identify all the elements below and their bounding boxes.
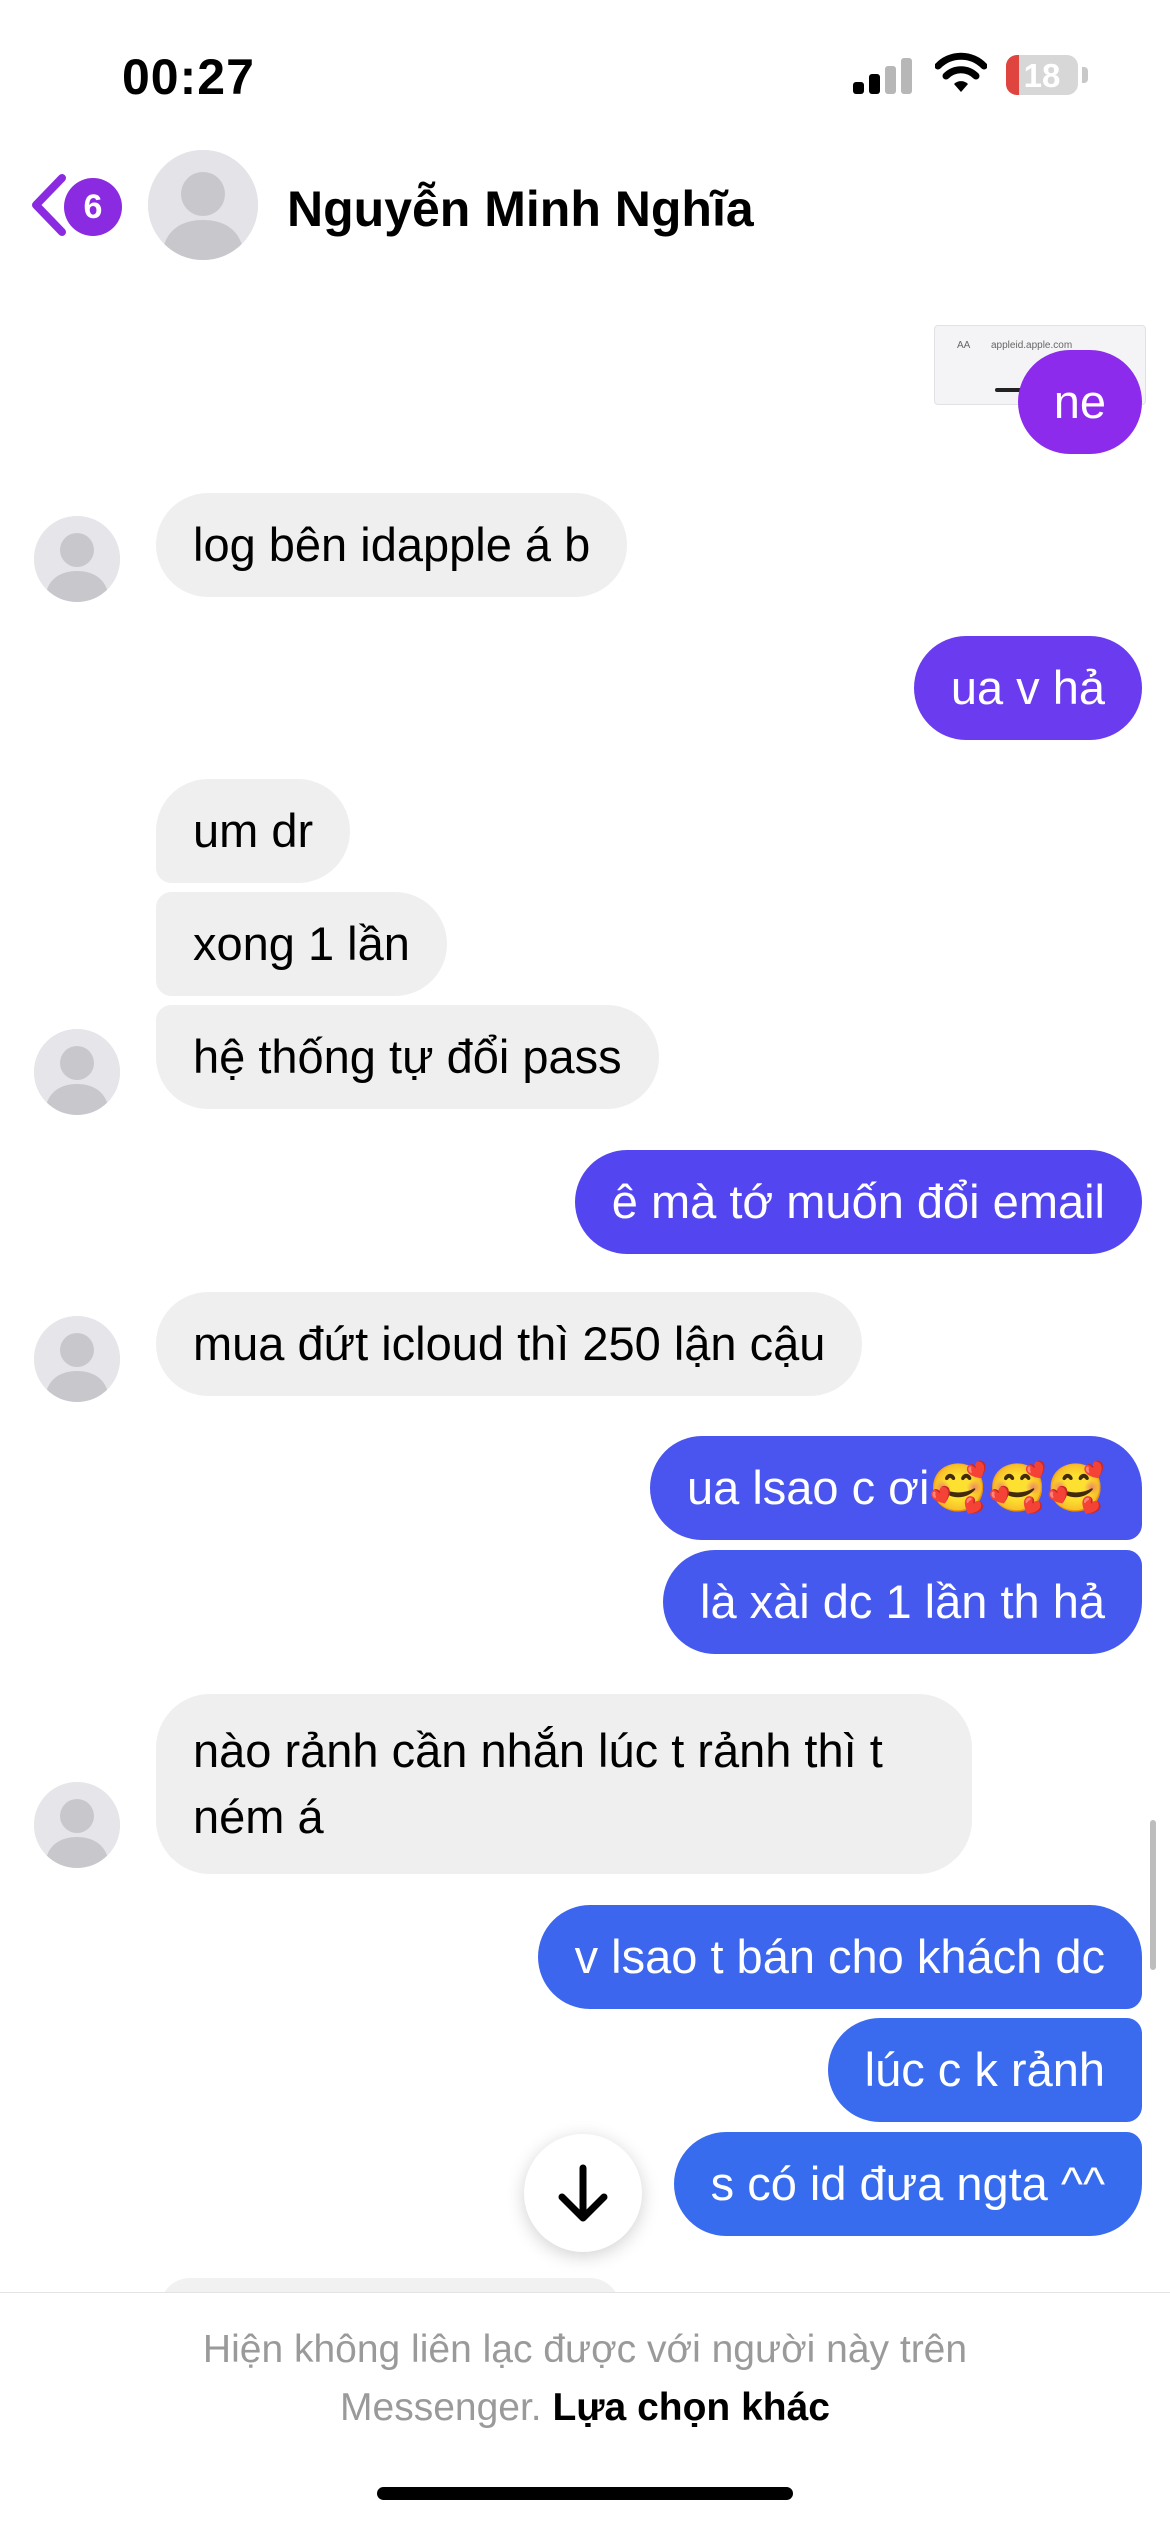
contact-avatar[interactable] [148,150,258,260]
cellular-signal-icon [853,58,913,94]
message-bubble-outgoing[interactable]: lúc c k rảnh [827,2018,1142,2122]
other-options-link[interactable]: Lựa chọn khác [552,2386,829,2429]
avatar-placeholder-icon [34,1316,120,1402]
message-text: ua v hả [950,661,1105,714]
message-bubble-incoming[interactable]: xong 1 lần [156,892,447,996]
message-bubble-outgoing[interactable]: ua lsao c ơi🥰🥰🥰 [650,1436,1142,1540]
message-bubble-outgoing[interactable]: là xài dc 1 lần th hả [663,1550,1142,1654]
unread-count-badge[interactable]: 6 [64,178,122,236]
message-bubble-outgoing[interactable]: ua v hả [913,636,1142,740]
message-text: hệ thống tự đổi pass [193,1030,622,1083]
notice-line-1: Hiện không liên lạc được với người này t… [202,2328,968,2371]
message-text: nào rảnh cần nhắn lúc t rảnh thì t ném á [193,1724,883,1843]
message-text: ua lsao c ơi🥰🥰🥰 [687,1461,1105,1514]
arrow-down-icon [558,2164,608,2222]
thumbnail-aa-label: AA [957,340,971,351]
message-bubble-incoming[interactable]: nào rảnh cần nhắn lúc t rảnh thì t ném á [156,1694,972,1874]
message-bubble-outgoing[interactable]: v lsao t bán cho khách dc [537,1905,1142,2009]
avatar-placeholder-icon [34,1782,120,1868]
message-text: mua đứt icloud thì 250 lận cậu [193,1317,826,1370]
avatar-placeholder-icon [148,150,258,260]
battery-level: 18 [1023,57,1061,94]
message-bubble-incoming[interactable]: log bên idapple á b [156,493,628,597]
message-text: s có id đưa ngta ^^ [710,2157,1105,2210]
message-text: ne [1053,375,1106,428]
message-bubble-incoming[interactable]: um dr [156,779,351,883]
sender-avatar[interactable] [34,1029,120,1115]
message-text: lúc c k rảnh [864,2043,1105,2096]
notice-line-2: Messenger. [340,2386,542,2429]
message-text: v lsao t bán cho khách dc [574,1930,1105,1983]
message-bubble-incoming[interactable]: mua đứt icloud thì 250 lận cậu [156,1292,863,1396]
message-text: um dr [193,804,314,857]
message-bubble-outgoing[interactable]: ne [1017,350,1142,454]
message-text: log bên idapple á b [193,518,591,571]
sender-avatar[interactable] [34,516,120,602]
contact-name[interactable]: Nguyễn Minh Nghĩa [287,180,754,238]
message-text: xong 1 lần [193,917,410,970]
battery-icon: 18 [1006,55,1078,95]
message-bubble-outgoing[interactable]: s có id đưa ngta ^^ [673,2132,1142,2236]
message-bubble-incoming[interactable]: hệ thống tự đổi pass [156,1005,659,1109]
message-text: ê mà tớ muốn đổi email [611,1175,1105,1228]
sender-avatar[interactable] [34,1782,120,1868]
message-bubble-outgoing[interactable]: ê mà tớ muốn đổi email [574,1150,1142,1254]
avatar-placeholder-icon [34,1029,120,1115]
scroll-down-button[interactable] [524,2134,642,2252]
avatar-placeholder-icon [34,516,120,602]
wifi-icon [935,52,987,92]
sender-avatar[interactable] [34,1316,120,1402]
unavailable-notice: Hiện không liên lạc được với người này t… [0,2321,1170,2437]
message-text: là xài dc 1 lần th hả [700,1575,1105,1628]
scroll-indicator[interactable] [1150,1820,1156,1970]
battery-tip [1082,67,1088,83]
home-indicator[interactable] [377,2487,793,2500]
thumbnail-url: appleid.apple.com [991,340,1073,351]
status-time: 00:27 [122,49,255,105]
